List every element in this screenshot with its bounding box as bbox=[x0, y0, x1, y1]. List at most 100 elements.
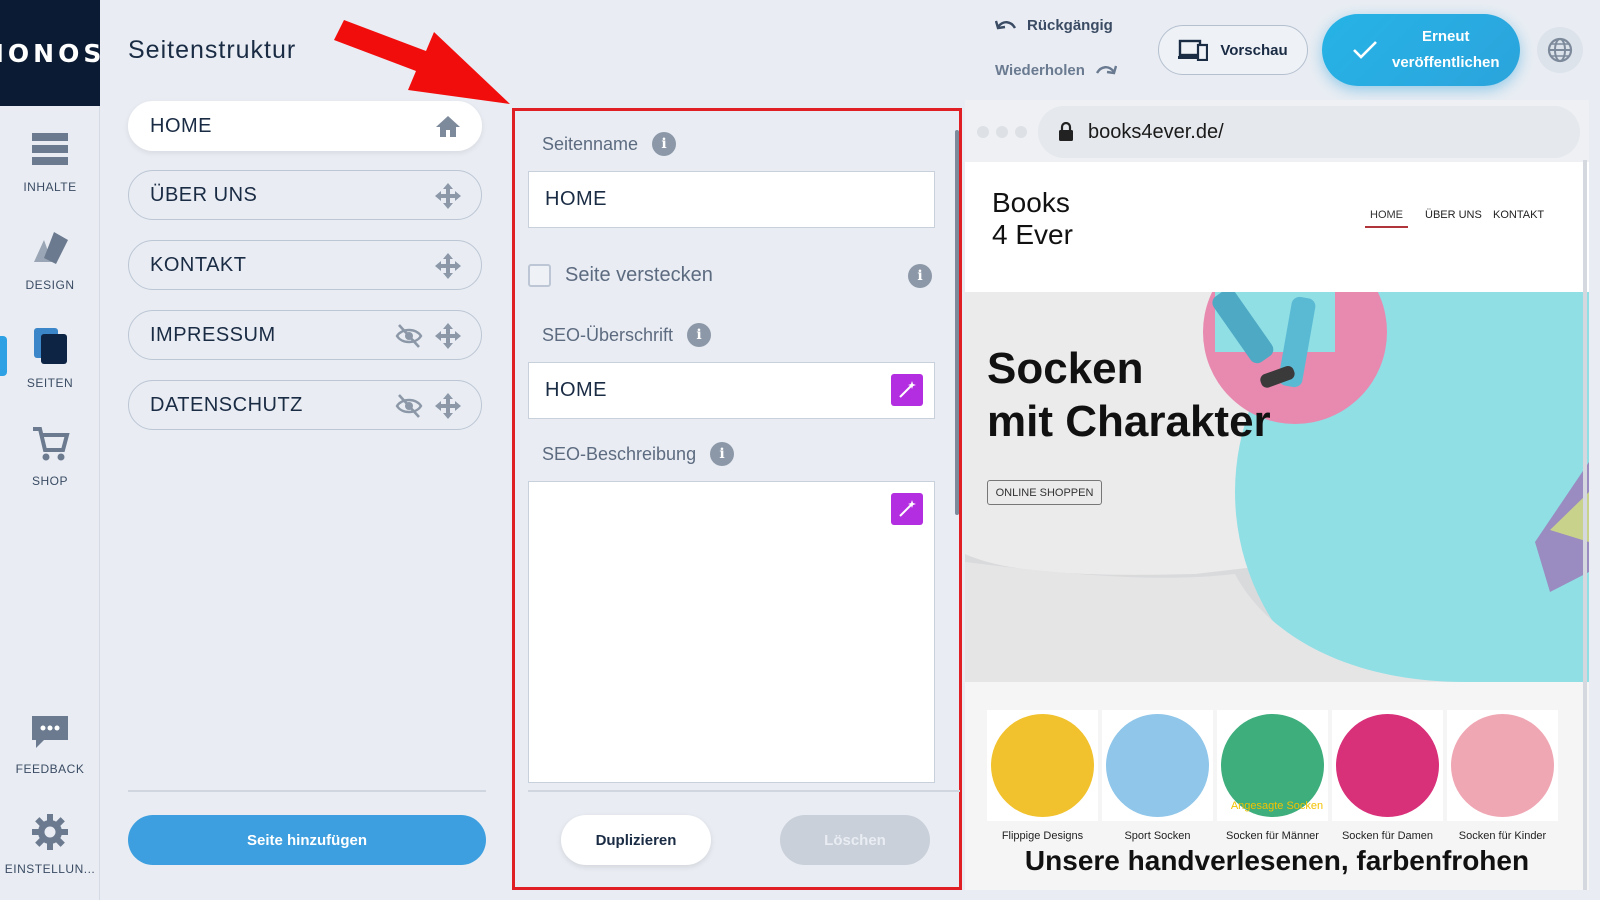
section-eyebrow: Angesagte Socken bbox=[1230, 800, 1324, 812]
undo-icon bbox=[995, 20, 1017, 29]
seo-description-textarea[interactable] bbox=[528, 481, 935, 783]
seo-title-label-text: SEO-Überschrift bbox=[542, 324, 674, 345]
pagename-value: HOME bbox=[545, 188, 607, 210]
page-item-label: ÜBER UNS bbox=[150, 183, 258, 206]
info-icon[interactable]: i bbox=[710, 442, 735, 466]
duplicate-button[interactable]: Duplizieren bbox=[561, 815, 711, 865]
home-icon bbox=[436, 116, 460, 137]
move-icon[interactable] bbox=[435, 253, 461, 279]
seo-title-label: SEO-Überschrift i bbox=[542, 323, 712, 347]
rail-label: DESIGN bbox=[25, 278, 75, 292]
page-item-home[interactable]: HOME bbox=[128, 101, 482, 151]
lock-icon bbox=[1059, 122, 1073, 141]
page-item-kontakt[interactable]: KONTAKT bbox=[128, 240, 482, 290]
undo-label: Rückgängig bbox=[1027, 17, 1113, 34]
shop-online-button[interactable]: ONLINE SHOPPEN bbox=[987, 480, 1102, 505]
move-icon[interactable] bbox=[435, 323, 461, 349]
category-name: Sport Socken bbox=[1124, 830, 1191, 842]
category-item[interactable]: Flippige Designs bbox=[987, 710, 1098, 842]
magic-wand-icon bbox=[899, 381, 916, 398]
rail-item-seiten[interactable]: SEITEN bbox=[0, 326, 100, 390]
rail-item-einstellungen[interactable]: EINSTELLUN... bbox=[0, 812, 100, 876]
pages-icon bbox=[34, 328, 67, 364]
hero-section: Socken mit Charakter ONLINE SHOPPEN bbox=[965, 292, 1589, 682]
left-rail: IONOS INHALTE DESIGN SEITEN SHOP FEEDBAC… bbox=[0, 0, 101, 900]
move-icon[interactable] bbox=[435, 183, 461, 209]
seo-title-field[interactable]: HOME bbox=[528, 362, 935, 419]
delete-button[interactable]: Löschen bbox=[780, 815, 930, 865]
site-nav-ueber-uns[interactable]: ÜBER UNS bbox=[1425, 209, 1482, 221]
site-nav-home[interactable]: HOME bbox=[1365, 209, 1408, 228]
rail-label: INHALTE bbox=[23, 180, 77, 194]
undo-button[interactable]: Rückgängig bbox=[995, 17, 1113, 34]
gear-icon bbox=[32, 814, 68, 850]
rail-item-shop[interactable]: SHOP bbox=[0, 424, 100, 488]
page-item-label: DATENSCHUTZ bbox=[150, 393, 303, 416]
category-name: Socken für Kinder bbox=[1458, 830, 1547, 842]
eye-off-icon[interactable] bbox=[395, 323, 423, 349]
red-arrow-annotation bbox=[334, 20, 510, 104]
magic-wand-icon bbox=[899, 500, 916, 517]
rail-label: SEITEN bbox=[26, 376, 74, 390]
category-item[interactable]: Socken für Kinder bbox=[1447, 710, 1558, 842]
brand-line1: Books bbox=[992, 187, 1070, 218]
publish-line1: Erneut bbox=[1422, 28, 1470, 45]
republish-button[interactable]: Erneut veröffentlichen bbox=[1322, 14, 1520, 86]
seo-title-value: HOME bbox=[545, 379, 607, 401]
ai-wand-button[interactable] bbox=[891, 374, 923, 406]
design-icon bbox=[34, 232, 68, 264]
info-icon[interactable]: i bbox=[908, 264, 932, 288]
site-nav-kontakt[interactable]: KONTAKT bbox=[1493, 209, 1544, 221]
rail-item-design[interactable]: DESIGN bbox=[0, 228, 100, 292]
site-preview: books4ever.de/ Books 4 Ever HOME ÜBER UN… bbox=[965, 100, 1589, 890]
divider bbox=[128, 790, 486, 792]
category-name: Socken für Männer bbox=[1226, 830, 1319, 842]
redo-icon bbox=[1095, 65, 1117, 74]
page-item-impressum[interactable]: IMPRESSUM bbox=[128, 310, 482, 360]
globe-icon bbox=[1547, 37, 1573, 63]
hero-line2: mit Charakter bbox=[987, 397, 1271, 446]
divider bbox=[528, 790, 960, 792]
category-name: Flippige Designs bbox=[1001, 830, 1084, 842]
category-item[interactable]: Sport Socken bbox=[1102, 710, 1213, 842]
preview-button[interactable]: Vorschau bbox=[1158, 25, 1308, 75]
info-icon[interactable]: i bbox=[652, 132, 677, 156]
rail-item-inhalte[interactable]: INHALTE bbox=[0, 130, 100, 194]
category-row: Flippige Designs Sport Socken Socken für… bbox=[987, 710, 1577, 842]
site-brand[interactable]: Books 4 Ever bbox=[992, 187, 1073, 251]
info-icon[interactable]: i bbox=[687, 323, 712, 347]
content-icon bbox=[32, 133, 68, 165]
rail-item-feedback[interactable]: FEEDBACK bbox=[0, 712, 100, 776]
window-dot bbox=[996, 126, 1008, 138]
preview-label: Vorschau bbox=[1220, 41, 1288, 59]
page-item-label: KONTAKT bbox=[150, 253, 247, 276]
add-page-button[interactable]: Seite hinzufügen bbox=[128, 815, 486, 865]
hero-title: Socken mit Charakter bbox=[987, 342, 1271, 448]
page-item-datenschutz[interactable]: DATENSCHUTZ bbox=[128, 380, 482, 430]
language-button[interactable] bbox=[1537, 27, 1583, 73]
category-item[interactable]: Socken für Männer bbox=[1217, 710, 1328, 842]
preview-scrollbar[interactable] bbox=[1583, 160, 1587, 890]
page-item-ueber-uns[interactable]: ÜBER UNS bbox=[128, 170, 482, 220]
redo-button[interactable]: Wiederholen bbox=[995, 62, 1117, 79]
ionos-logo[interactable]: IONOS bbox=[0, 0, 101, 106]
hide-page-checkbox[interactable] bbox=[528, 264, 551, 287]
pagename-field[interactable]: HOME bbox=[528, 171, 935, 228]
redo-label: Wiederholen bbox=[995, 62, 1085, 79]
move-icon[interactable] bbox=[435, 393, 461, 419]
seo-desc-label: SEO-Beschreibung i bbox=[542, 442, 735, 466]
pagename-label-text: Seitenname bbox=[542, 133, 639, 154]
devices-icon bbox=[1178, 39, 1209, 61]
feedback-icon bbox=[32, 716, 68, 748]
eye-off-icon[interactable] bbox=[395, 393, 423, 419]
url-bar[interactable]: books4ever.de/ bbox=[1038, 106, 1580, 158]
page-item-label: IMPRESSUM bbox=[150, 323, 276, 346]
hero-line1: Socken bbox=[987, 344, 1144, 393]
window-dot bbox=[1015, 126, 1027, 138]
cart-icon bbox=[33, 427, 70, 461]
category-item[interactable]: Socken für Damen bbox=[1332, 710, 1443, 842]
scrollbar[interactable] bbox=[955, 130, 959, 515]
ai-wand-button[interactable] bbox=[891, 493, 923, 525]
brand-line2: 4 Ever bbox=[992, 219, 1073, 250]
page-title: Seitenstruktur bbox=[128, 36, 297, 64]
